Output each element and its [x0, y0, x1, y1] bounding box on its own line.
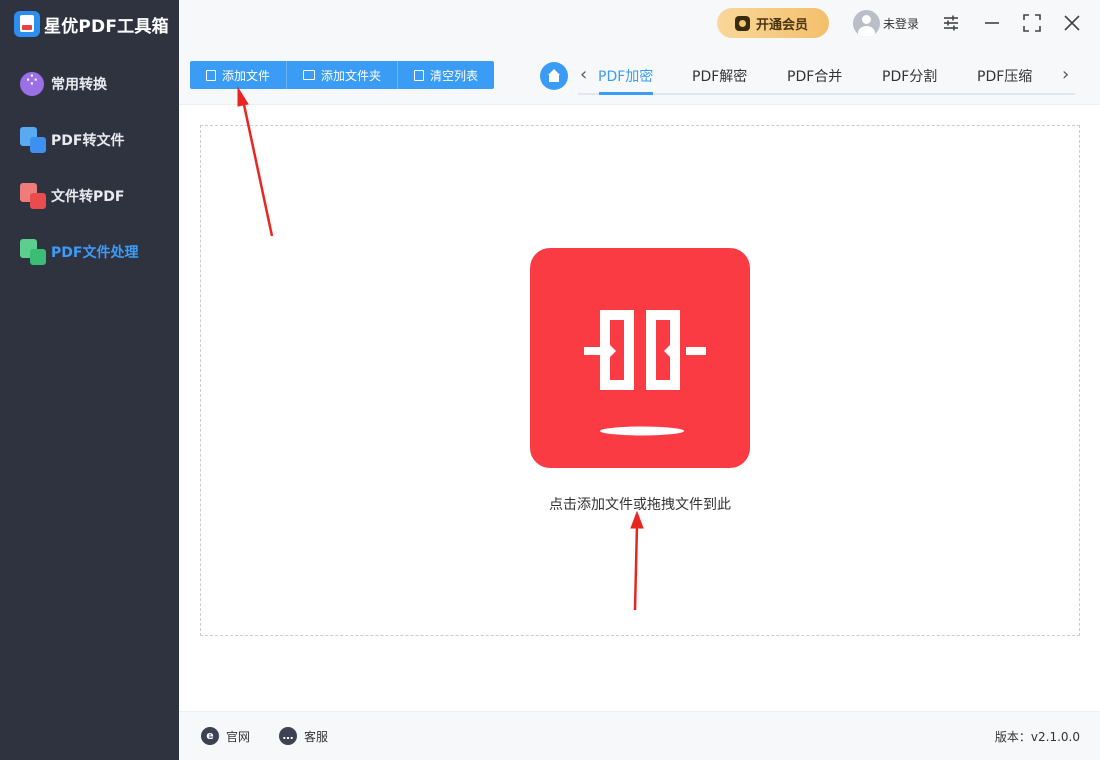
vip-label: 开通会员	[756, 17, 809, 33]
clear-list-label: 清空列表	[430, 68, 479, 83]
tab-pdf-split[interactable]: PDF分割	[882, 66, 937, 86]
folder-icon	[303, 70, 316, 80]
add-file-label: 添加文件	[222, 68, 271, 83]
sidebar: 星优PDF工具箱 常用转换 PDF转文件 文件转PDF PDF文件处理	[0, 0, 179, 760]
chevron-right-icon[interactable]: ›	[1062, 64, 1069, 85]
compress-icon	[530, 248, 750, 468]
tab-pdf-decrypt[interactable]: PDF解密	[692, 66, 747, 86]
file-icon	[206, 69, 216, 81]
website-link[interactable]: e 官网	[201, 727, 250, 745]
tab-pdf-merge[interactable]: PDF合并	[787, 66, 842, 86]
add-file-button[interactable]: 添加文件	[190, 61, 288, 89]
home-icon[interactable]	[540, 62, 568, 90]
file-toolbar: 添加文件 添加文件夹 清空列表	[190, 61, 495, 89]
add-folder-button[interactable]: 添加文件夹	[287, 61, 399, 89]
settings-icon[interactable]	[940, 12, 962, 34]
ie-icon: e	[201, 727, 219, 745]
grid-icon	[20, 71, 46, 97]
sidebar-item-label: 常用转换	[51, 77, 107, 93]
vip-button[interactable]: 开通会员	[717, 8, 829, 38]
chat-icon: …	[279, 727, 297, 745]
clear-list-button[interactable]: 清空列表	[398, 61, 495, 89]
close-icon[interactable]	[1061, 12, 1083, 34]
login-link[interactable]: 未登录	[883, 15, 919, 32]
title-bar: 开通会员 未登录	[179, 0, 1100, 46]
pdf-processing-icon	[20, 239, 46, 265]
sidebar-item-pdf-to-file[interactable]: PDF转文件	[0, 112, 179, 168]
pdf-logo-icon	[14, 11, 40, 37]
crown-icon	[735, 15, 750, 31]
drop-hint-text: 点击添加文件或拖拽文件到此	[549, 497, 731, 513]
tab-pdf-encrypt[interactable]: PDF加密	[598, 66, 653, 86]
tab-pdf-compress[interactable]: PDF压缩	[977, 66, 1032, 86]
maximize-icon[interactable]	[1021, 12, 1043, 34]
sidebar-nav: 常用转换 PDF转文件 文件转PDF PDF文件处理	[0, 56, 179, 280]
active-tab-indicator	[599, 92, 653, 95]
sidebar-item-label: 文件转PDF	[51, 189, 125, 205]
pdf-to-file-icon	[20, 127, 46, 153]
avatar[interactable]	[853, 10, 880, 37]
support-link[interactable]: … 客服	[279, 727, 328, 745]
sidebar-item-label: PDF转文件	[51, 133, 125, 149]
sidebar-item-label: PDF文件处理	[51, 245, 139, 261]
sidebar-item-common-convert[interactable]: 常用转换	[0, 56, 179, 112]
add-folder-label: 添加文件夹	[321, 68, 382, 83]
support-label: 客服	[304, 729, 329, 744]
app-logo: 星优PDF工具箱	[14, 10, 169, 38]
trash-icon	[414, 69, 425, 81]
minimize-icon[interactable]	[981, 12, 1003, 34]
sidebar-item-file-to-pdf[interactable]: 文件转PDF	[0, 168, 179, 224]
sidebar-item-pdf-processing[interactable]: PDF文件处理	[0, 224, 179, 280]
file-to-pdf-icon	[20, 183, 46, 209]
feature-tabs: PDF加密 PDF解密 PDF合并 PDF分割 PDF压缩	[578, 58, 1075, 95]
app-title: 星优PDF工具箱	[44, 16, 169, 37]
website-label: 官网	[226, 729, 251, 744]
footer: e 官网 … 客服 版本：v2.1.0.0	[179, 711, 1100, 760]
version-text: 版本：v2.1.0.0	[994, 730, 1080, 744]
